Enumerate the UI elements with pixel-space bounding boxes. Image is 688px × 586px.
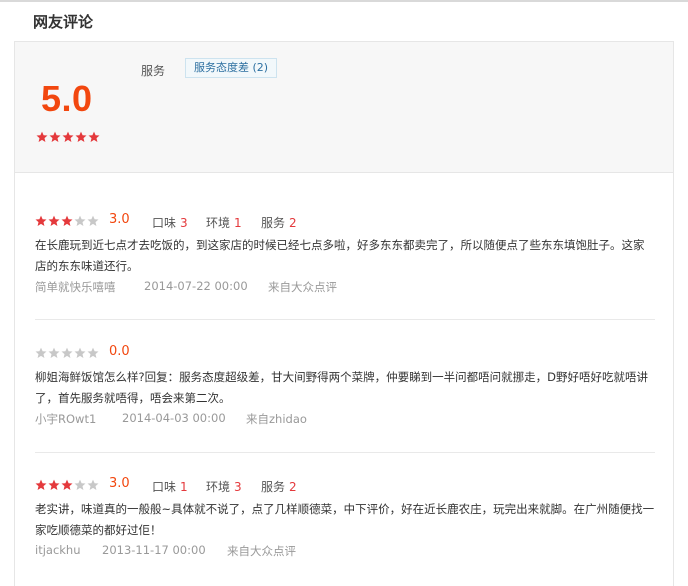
review-date: 2014-04-03 00:00 bbox=[122, 411, 226, 425]
tag-chip-service-poor[interactable]: 服务态度差 (2) bbox=[185, 58, 278, 78]
review-footer: 简单就快乐嘻嘻 2014-07-22 00:00 来自大众点评 bbox=[35, 279, 655, 297]
review-stars bbox=[35, 479, 99, 491]
star-filled-icon bbox=[48, 215, 60, 227]
star-filled-icon bbox=[36, 131, 48, 143]
review-user[interactable]: itjackhu bbox=[35, 543, 81, 557]
review-environment: 环境 3 bbox=[206, 478, 242, 495]
section-title: 网友评论 bbox=[33, 13, 94, 31]
review-item: 0.0 柳姐海鲜饭馆怎么样?回复：服务态度超级差，甘大间野得两个菜牌，仲要睇到一… bbox=[35, 344, 655, 429]
star-empty-icon bbox=[74, 347, 86, 359]
service-score: 2 bbox=[289, 480, 297, 494]
overall-score: 5.0 bbox=[41, 78, 93, 119]
review-user[interactable]: 简单就快乐嘻嘻 bbox=[35, 279, 116, 295]
review-divider bbox=[35, 319, 655, 320]
review-rating-row: 3.0 口味 3 环境 1 服务 2 bbox=[35, 212, 655, 232]
reviews-panel: 5.0 服务 服务态度差 (2) 3.0 口味 3 环境 1 服务 2 在长鹿玩到近七… bbox=[14, 41, 674, 586]
star-filled-icon bbox=[35, 479, 47, 491]
review-service: 服务 2 bbox=[261, 478, 297, 495]
star-empty-icon bbox=[87, 347, 99, 359]
star-empty-icon bbox=[74, 215, 86, 227]
review-taste: 口味 1 bbox=[152, 478, 188, 495]
taste-score: 1 bbox=[180, 480, 188, 494]
rating-summary: 5.0 服务 服务态度差 (2) bbox=[15, 42, 673, 173]
overall-stars bbox=[36, 131, 100, 143]
review-rating: 3.0 bbox=[109, 476, 130, 491]
review-source: 来自大众点评 bbox=[268, 280, 337, 294]
review-service: 服务 2 bbox=[261, 214, 297, 231]
review-rating: 0.0 bbox=[109, 344, 130, 359]
star-filled-icon bbox=[48, 479, 60, 491]
star-empty-icon bbox=[74, 479, 86, 491]
environment-label: 环境 bbox=[206, 216, 231, 230]
review-stars bbox=[35, 215, 99, 227]
star-empty-icon bbox=[61, 347, 73, 359]
review-date: 2014-07-22 00:00 bbox=[144, 279, 248, 293]
star-filled-icon bbox=[61, 215, 73, 227]
star-filled-icon bbox=[88, 131, 100, 143]
review-rating-row: 0.0 bbox=[35, 344, 655, 364]
environment-label: 环境 bbox=[206, 480, 231, 494]
review-taste: 口味 3 bbox=[152, 214, 188, 231]
review-item: 3.0 口味 3 环境 1 服务 2 在长鹿玩到近七点才去吃饭的，到这家店的时候已经七… bbox=[35, 212, 655, 297]
star-empty-icon bbox=[48, 347, 60, 359]
review-item: 3.0 口味 1 环境 3 服务 2 老实讲，味道真的一般般~具体就不说了，点了几样顺… bbox=[35, 476, 655, 561]
review-stars bbox=[35, 347, 99, 359]
review-footer: 小宇ROwt1 2014-04-03 00:00 来自zhidao bbox=[35, 411, 655, 429]
star-filled-icon bbox=[75, 131, 87, 143]
service-score: 2 bbox=[289, 216, 297, 230]
review-content: 老实讲，味道真的一般般~具体就不说了，点了几样顺德菜，中下评价，好在近长鹿农庄，… bbox=[35, 502, 655, 537]
review-environment: 环境 1 bbox=[206, 214, 242, 231]
taste-label: 口味 bbox=[152, 480, 177, 494]
review-rating: 3.0 bbox=[109, 212, 130, 227]
environment-score: 1 bbox=[234, 216, 242, 230]
review-content: 在长鹿玩到近七点才去吃饭的，到这家店的时候已经七点多啦，好多东东都卖完了，所以随… bbox=[35, 238, 645, 273]
review-user[interactable]: 小宇ROwt1 bbox=[35, 411, 96, 427]
star-filled-icon bbox=[49, 131, 61, 143]
review-source: 来自大众点评 bbox=[227, 544, 296, 558]
review-source: 来自zhidao bbox=[246, 412, 307, 426]
review-footer: itjackhu 2013-11-17 00:00 来自大众点评 bbox=[35, 543, 655, 561]
taste-label: 口味 bbox=[152, 216, 177, 230]
review-content: 柳姐海鲜饭馆怎么样?回复：服务态度超级差，甘大间野得两个菜牌，仲要睇到一半问都唔… bbox=[35, 370, 648, 405]
star-empty-icon bbox=[87, 479, 99, 491]
tag-category-label: 服务 bbox=[141, 64, 166, 78]
review-date: 2013-11-17 00:00 bbox=[102, 543, 206, 557]
star-empty-icon bbox=[35, 347, 47, 359]
star-filled-icon bbox=[35, 215, 47, 227]
review-divider bbox=[35, 452, 655, 453]
review-rating-row: 3.0 口味 1 环境 3 服务 2 bbox=[35, 476, 655, 496]
environment-score: 3 bbox=[234, 480, 242, 494]
service-label: 服务 bbox=[261, 216, 286, 230]
top-border bbox=[0, 0, 688, 2]
taste-score: 3 bbox=[180, 216, 188, 230]
star-filled-icon bbox=[61, 479, 73, 491]
star-empty-icon bbox=[87, 215, 99, 227]
service-label: 服务 bbox=[261, 480, 286, 494]
star-filled-icon bbox=[62, 131, 74, 143]
